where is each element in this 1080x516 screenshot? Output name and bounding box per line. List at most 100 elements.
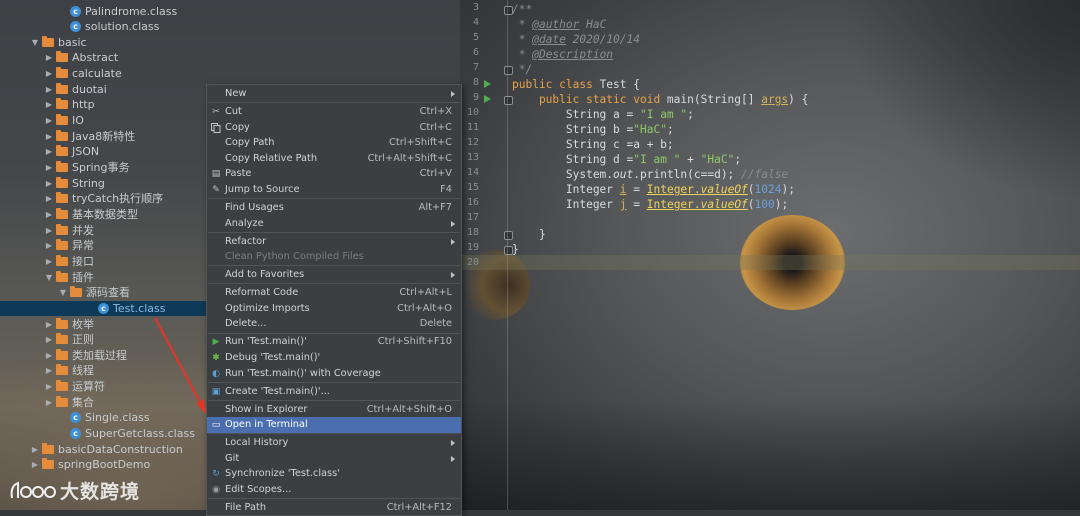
menu-item-create-test-main[interactable]: ▣ Create 'Test.main()'... bbox=[207, 384, 461, 400]
expand-arrow-icon[interactable]: ▼ bbox=[30, 35, 40, 51]
menu-item-label: Edit Scopes... bbox=[225, 484, 292, 495]
collapse-arrow-icon[interactable]: ▶ bbox=[44, 254, 54, 270]
menu-item-show-in-explorer[interactable]: Show in Explorer Ctrl+Alt+Shift+O bbox=[207, 402, 461, 418]
collapse-arrow-icon[interactable]: ▶ bbox=[44, 207, 54, 223]
line-number: 6 bbox=[472, 47, 479, 58]
collapse-arrow-icon[interactable]: ▶ bbox=[30, 457, 40, 473]
collapse-arrow-icon[interactable]: ▶ bbox=[44, 129, 54, 145]
collapse-arrow-icon[interactable]: ▶ bbox=[44, 50, 54, 66]
code-token: public static void bbox=[512, 93, 667, 106]
collapse-arrow-icon[interactable]: ▶ bbox=[44, 176, 54, 192]
menu-item-jump-to-source[interactable]: ✎ Jump to Source F4 bbox=[207, 182, 461, 198]
menu-item-open-in-terminal[interactable]: ▭ Open in Terminal bbox=[207, 417, 461, 433]
menu-item-label: Refactor bbox=[225, 235, 267, 247]
collapse-arrow-icon[interactable]: ▶ bbox=[44, 113, 54, 129]
menu-item-analyze[interactable]: Analyze bbox=[207, 216, 461, 232]
code-token: Integer. bbox=[646, 183, 701, 196]
tree-item-label: Palindrome.class bbox=[85, 4, 178, 18]
sync-icon: ↻ bbox=[212, 469, 220, 480]
menu-item-reformat-code[interactable]: Reformat Code Ctrl+Alt+L bbox=[207, 285, 461, 301]
menu-item-run-test-main[interactable]: ▶ Run 'Test.main()' Ctrl+Shift+F10 bbox=[207, 334, 461, 350]
tree-item-label: solution.class bbox=[85, 20, 160, 34]
code-token: } bbox=[512, 228, 546, 241]
collapse-arrow-icon[interactable]: ▶ bbox=[44, 97, 54, 113]
menu-item-copy-path[interactable]: Copy Path Ctrl+Shift+C bbox=[207, 135, 461, 151]
expand-arrow-icon[interactable]: ▼ bbox=[44, 270, 54, 286]
menu-item-add-to-favorites[interactable]: Add to Favorites bbox=[207, 267, 461, 283]
tree-folder[interactable]: ▶ calculate bbox=[0, 66, 460, 82]
collapse-arrow-icon[interactable]: ▶ bbox=[44, 82, 54, 98]
tree-file[interactable]: c Palindrome.class bbox=[0, 4, 460, 20]
line-number: 16 bbox=[466, 197, 479, 208]
code-token: j bbox=[619, 198, 627, 211]
menu-separator bbox=[208, 381, 460, 383]
collapse-arrow-icon[interactable]: ▶ bbox=[44, 238, 54, 254]
line-number: 15 bbox=[466, 182, 479, 193]
collapse-arrow-icon[interactable]: ▶ bbox=[44, 379, 54, 395]
menu-item-copy-relative-path[interactable]: Copy Relative Path Ctrl+Alt+Shift+C bbox=[207, 151, 461, 167]
folder-icon bbox=[56, 192, 68, 204]
tree-item-label: Single.class bbox=[85, 411, 150, 425]
menu-item-shortcut: Ctrl+Shift+C bbox=[389, 137, 452, 149]
code-token: ( bbox=[747, 183, 755, 196]
tree-item-label: 正则 bbox=[72, 333, 94, 347]
tree-item-label: 类加载过程 bbox=[72, 348, 127, 362]
collapse-arrow-icon[interactable]: ▶ bbox=[44, 363, 54, 379]
collapse-arrow-icon[interactable]: ▶ bbox=[44, 160, 54, 176]
collapse-arrow-icon[interactable]: ▶ bbox=[44, 317, 54, 333]
menu-item-git[interactable]: Git bbox=[207, 451, 461, 467]
collapse-arrow-icon[interactable]: ▶ bbox=[44, 144, 54, 160]
menu-item-find-usages[interactable]: Find Usages Alt+F7 bbox=[207, 200, 461, 216]
collapse-arrow-icon[interactable]: ▶ bbox=[44, 191, 54, 207]
menu-item-file-path[interactable]: File Path Ctrl+Alt+F12 bbox=[207, 500, 461, 516]
menu-item-label: Run 'Test.main()' with Coverage bbox=[225, 367, 381, 379]
folder-icon bbox=[56, 161, 68, 172]
menu-item-run-test-main-with-coverage[interactable]: ◐ Run 'Test.main()' with Coverage bbox=[207, 366, 461, 382]
code-token: valueOf bbox=[700, 183, 748, 196]
run-gutter-icon[interactable] bbox=[484, 95, 491, 103]
folder-icon bbox=[56, 176, 68, 188]
collapse-arrow-icon[interactable]: ▶ bbox=[44, 66, 54, 82]
menu-item-refactor[interactable]: Refactor bbox=[207, 234, 461, 250]
collapse-arrow-icon[interactable]: ▶ bbox=[44, 348, 54, 364]
code-token: /** bbox=[512, 3, 533, 16]
menu-item-shortcut: Ctrl+Alt+Shift+C bbox=[367, 152, 452, 164]
menu-item-local-history[interactable]: Local History bbox=[207, 435, 461, 451]
run-gutter-icon[interactable] bbox=[484, 80, 491, 88]
menu-item-label: New bbox=[225, 88, 247, 99]
line-number: 18 bbox=[466, 227, 479, 238]
menu-item-cut[interactable]: ✂ Cut Ctrl+X bbox=[207, 104, 461, 120]
collapse-arrow-icon[interactable]: ▶ bbox=[44, 332, 54, 348]
tree-item-label: calculate bbox=[72, 67, 122, 81]
menu-item-shortcut: Ctrl+Alt+L bbox=[399, 287, 452, 299]
submenu-arrow-icon bbox=[451, 238, 455, 245]
code-token: = bbox=[626, 183, 647, 196]
folder-icon bbox=[56, 364, 68, 376]
expand-arrow-icon[interactable]: ▼ bbox=[58, 285, 68, 301]
menu-item-debug-test-main[interactable]: ✱ Debug 'Test.main()' bbox=[207, 350, 461, 366]
collapse-arrow-icon[interactable]: ▶ bbox=[30, 442, 40, 458]
menu-item-paste[interactable]: ▤ Paste Ctrl+V bbox=[207, 166, 461, 182]
context-menu: New ✂ Cut Ctrl+X Copy Ctrl+C Copy Path Ctrl+Shi… bbox=[206, 84, 462, 516]
tree-item-label: Java8新特性 bbox=[72, 129, 136, 143]
code-line: Integer j = Integer.valueOf(100); bbox=[512, 197, 788, 212]
menu-item-copy[interactable]: Copy Ctrl+C bbox=[207, 120, 461, 136]
menu-item-optimize-imports[interactable]: Optimize Imports Ctrl+Alt+O bbox=[207, 301, 461, 317]
tree-folder[interactable]: ▼ basic bbox=[0, 35, 460, 51]
menu-item-new[interactable]: New bbox=[207, 86, 461, 102]
menu-item-edit-scopes[interactable]: ◉ Edit Scopes... bbox=[207, 482, 461, 498]
menu-item-synchronize-test-class[interactable]: ↻ Synchronize 'Test.class' bbox=[207, 466, 461, 482]
collapse-arrow-icon[interactable]: ▶ bbox=[44, 395, 54, 411]
menu-item-shortcut: F4 bbox=[440, 184, 452, 195]
tree-file[interactable]: c solution.class bbox=[0, 19, 460, 35]
menu-item-delete[interactable]: Delete... Delete bbox=[207, 316, 461, 332]
collapse-arrow-icon[interactable]: ▶ bbox=[44, 223, 54, 239]
menu-item-label: Cut bbox=[225, 106, 242, 117]
class-file-icon: c bbox=[70, 21, 81, 33]
gutter-divider bbox=[507, 0, 508, 510]
line-number: 4 bbox=[472, 17, 479, 28]
menu-item-label: Synchronize 'Test.class' bbox=[225, 468, 340, 480]
tree-folder[interactable]: ▶ Abstract bbox=[0, 50, 460, 66]
submenu-arrow-icon bbox=[451, 440, 455, 447]
code-token: @Description bbox=[532, 48, 614, 61]
